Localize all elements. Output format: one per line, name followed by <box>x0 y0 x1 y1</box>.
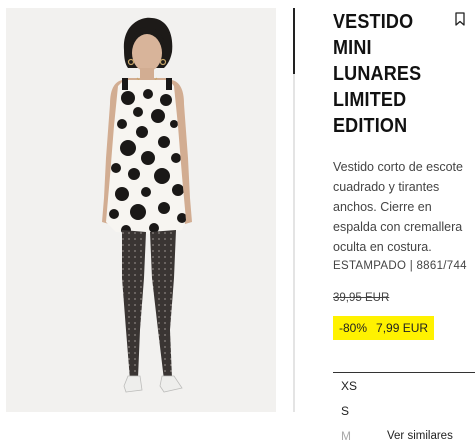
product-title: VESTIDO MINI LUNARES LIMITED EDITION <box>333 9 434 139</box>
title-line: MINI <box>333 37 372 59</box>
image-scrollbar[interactable] <box>293 8 295 412</box>
size-option-m[interactable]: M Ver similares <box>333 424 475 448</box>
description-line: anchos. Cierre en <box>333 200 432 214</box>
product-reference: ESTAMPADO | 8861/744 <box>333 260 467 272</box>
product-image[interactable] <box>6 8 276 412</box>
original-price: 39,95 EUR <box>333 292 390 304</box>
size-label: S <box>341 404 350 418</box>
sale-price: 7,99 EUR <box>376 321 429 335</box>
title-line: VESTIDO <box>333 11 414 33</box>
description-line: cuadrado y tirantes <box>333 180 440 194</box>
title-line: LUNARES <box>333 63 422 85</box>
size-selector: XS S M Ver similares <box>333 372 475 448</box>
scrollbar-thumb[interactable] <box>293 8 295 74</box>
size-option-xs[interactable]: XS <box>333 374 475 398</box>
size-option-s[interactable]: S <box>333 399 475 423</box>
model-photo <box>6 8 276 412</box>
description-line: oculta en costura. <box>333 240 432 254</box>
description-line: Vestido corto de escote <box>333 160 463 174</box>
product-page: VESTIDO MINI LUNARES LIMITED EDITION Ves… <box>0 0 475 448</box>
product-description: Vestido corto de escote cuadrado y tiran… <box>333 157 473 257</box>
see-similar-link[interactable]: Ver similares <box>387 424 453 448</box>
description-line: espalda con cremallera <box>333 220 463 234</box>
size-label: M <box>341 429 351 443</box>
bookmark-icon[interactable] <box>455 12 465 26</box>
discount-percentage: -80% <box>339 321 368 335</box>
sale-price-badge: -80% 7,99 EUR <box>333 316 435 340</box>
title-line: LIMITED <box>333 89 407 111</box>
title-line: EDITION <box>333 115 408 137</box>
size-label: XS <box>341 379 358 393</box>
